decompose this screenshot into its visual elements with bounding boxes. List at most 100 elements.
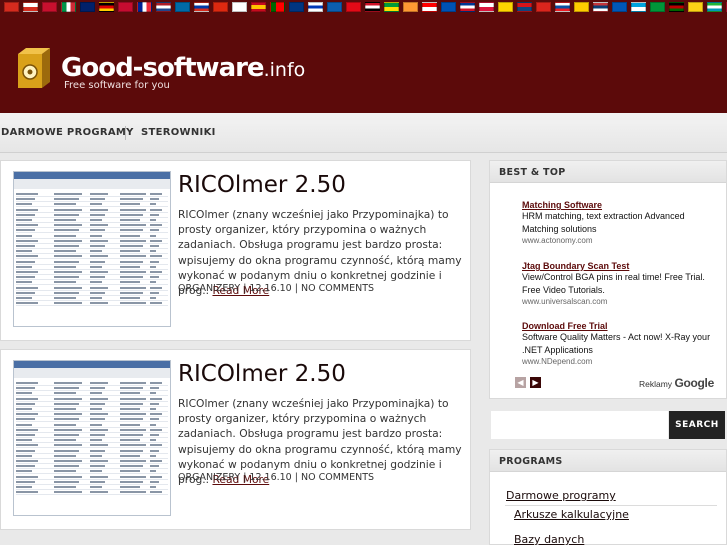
software-box-logo-icon[interactable] — [16, 44, 52, 90]
thumbnail-cell — [150, 465, 159, 468]
thumbnail-cell — [16, 208, 38, 211]
thumbnail-cell — [120, 439, 140, 442]
thumbnail-cell — [120, 208, 146, 211]
flag-icon[interactable] — [194, 2, 209, 12]
thumbnail-cell — [150, 286, 162, 289]
flag-icon[interactable] — [441, 2, 456, 12]
flag-icon[interactable] — [251, 2, 266, 12]
ad-title-link[interactable]: Download Free Trial — [522, 321, 718, 331]
thumbnail-cell — [120, 271, 146, 273]
post-category-link[interactable]: ORGANIZERY — [178, 472, 240, 483]
ad-url[interactable]: www.actonomy.com — [522, 236, 718, 245]
thumbnail-cell — [90, 302, 108, 305]
nav-item-sterowniki[interactable]: STEROWNIKI — [141, 127, 216, 138]
ad-title-link[interactable]: Matching Software — [522, 200, 718, 210]
post-comments-link[interactable]: NO COMMENTS — [301, 472, 374, 483]
flag-icon[interactable] — [707, 2, 722, 12]
flag-icon[interactable] — [42, 2, 57, 12]
flag-icon[interactable] — [213, 2, 228, 12]
post-comments-link[interactable]: NO COMMENTS — [301, 283, 374, 294]
post-meta: ORGANIZERY | 12.16.10 | NO COMMENTS — [178, 283, 374, 294]
thumbnail-cell — [150, 198, 159, 201]
flag-icon[interactable] — [555, 2, 570, 12]
site-name: Good-software — [61, 53, 265, 83]
thumbnail-cell — [90, 491, 108, 494]
ad-url[interactable]: www.NDepend.com — [522, 357, 718, 366]
search-button[interactable]: SEARCH — [669, 411, 725, 439]
flag-icon[interactable] — [4, 2, 19, 12]
flag-icon[interactable] — [593, 2, 608, 12]
flag-icon[interactable] — [346, 2, 361, 12]
thumbnail-cell — [150, 402, 159, 405]
nav-divider — [125, 126, 126, 140]
flag-icon[interactable] — [270, 2, 285, 12]
thumbnail-cell — [150, 276, 159, 279]
flag-icon[interactable] — [61, 2, 76, 12]
flag-icon[interactable] — [498, 2, 513, 12]
programs-item-bazy-danych[interactable]: Bazy danych — [514, 533, 584, 545]
post-title[interactable]: RICOlmer 2.50 — [178, 361, 346, 387]
flag-icon[interactable] — [80, 2, 95, 12]
thumbnail-cell — [54, 397, 82, 400]
thumbnail-cell — [120, 198, 143, 201]
flag-icon[interactable] — [612, 2, 627, 12]
thumbnail-cell — [120, 413, 146, 416]
flag-icon[interactable] — [517, 2, 532, 12]
post-date: 12.16.10 — [249, 283, 292, 294]
thumbnail-cell — [54, 402, 79, 405]
ad-url[interactable]: www.universalscan.com — [522, 297, 718, 306]
flag-icon[interactable] — [99, 2, 114, 12]
thumbnail-cell — [16, 475, 38, 478]
thumbnail-cell — [150, 408, 156, 410]
flag-icon[interactable] — [403, 2, 418, 12]
meta-separator: | — [294, 472, 298, 483]
flag-icon[interactable] — [384, 2, 399, 12]
thumbnail-cell — [90, 260, 105, 263]
flag-icon[interactable] — [460, 2, 475, 12]
flag-icon[interactable] — [289, 2, 304, 12]
thumbnail-cell — [90, 434, 105, 436]
chevron-right-icon[interactable]: ▶ — [530, 377, 541, 388]
thumbnail-cell — [16, 198, 35, 201]
thumbnail-cell — [16, 434, 35, 436]
thumbnail-cell — [16, 480, 35, 483]
flag-icon[interactable] — [175, 2, 190, 12]
flag-icon[interactable] — [137, 2, 152, 12]
thumbnail-cell — [120, 245, 143, 247]
thumbnail-cell — [16, 245, 35, 247]
flag-icon[interactable] — [631, 2, 646, 12]
thumbnail-cell — [54, 486, 76, 488]
flag-icon[interactable] — [232, 2, 247, 12]
post-thumbnail[interactable] — [13, 171, 171, 327]
flag-icon[interactable] — [574, 2, 589, 12]
thumbnail-cell — [150, 271, 162, 273]
flag-icon[interactable] — [479, 2, 494, 12]
flag-icon[interactable] — [308, 2, 323, 12]
ad-title-link[interactable]: Jtag Boundary Scan Test — [522, 261, 718, 271]
programs-item-darmowe-programy[interactable]: Darmowe programy — [506, 489, 616, 502]
flag-icon[interactable] — [327, 2, 342, 12]
nav-item-darmowe-programy[interactable]: DARMOWE PROGRAMY — [1, 127, 134, 138]
thumbnail-cell — [120, 229, 143, 232]
ad-item: Download Free Trial Software Quality Mat… — [522, 321, 718, 366]
thumbnail-cell — [54, 234, 76, 237]
flag-icon[interactable] — [688, 2, 703, 12]
post-thumbnail[interactable] — [13, 360, 171, 516]
flag-icon[interactable] — [669, 2, 684, 12]
flag-icon[interactable] — [650, 2, 665, 12]
post-category-link[interactable]: ORGANIZERY — [178, 283, 240, 294]
flag-icon[interactable] — [536, 2, 551, 12]
flag-icon[interactable] — [156, 2, 171, 12]
post-title[interactable]: RICOlmer 2.50 — [178, 172, 346, 198]
flag-icon[interactable] — [23, 2, 38, 12]
flag-icon[interactable] — [422, 2, 437, 12]
programs-item-arkusze-kalkulacyjne[interactable]: Arkusze kalkulacyjne — [514, 508, 629, 521]
ad-item: Jtag Boundary Scan Test View/Control BGA… — [522, 261, 718, 306]
ads-by-google[interactable]: Reklamy Google — [639, 376, 714, 390]
flag-icon[interactable] — [365, 2, 380, 12]
flag-icon[interactable] — [118, 2, 133, 12]
search-input[interactable] — [491, 411, 668, 439]
chevron-left-icon[interactable]: ◀ — [515, 377, 526, 388]
thumbnail-cell — [120, 408, 140, 410]
thumbnail-cell — [120, 286, 146, 289]
